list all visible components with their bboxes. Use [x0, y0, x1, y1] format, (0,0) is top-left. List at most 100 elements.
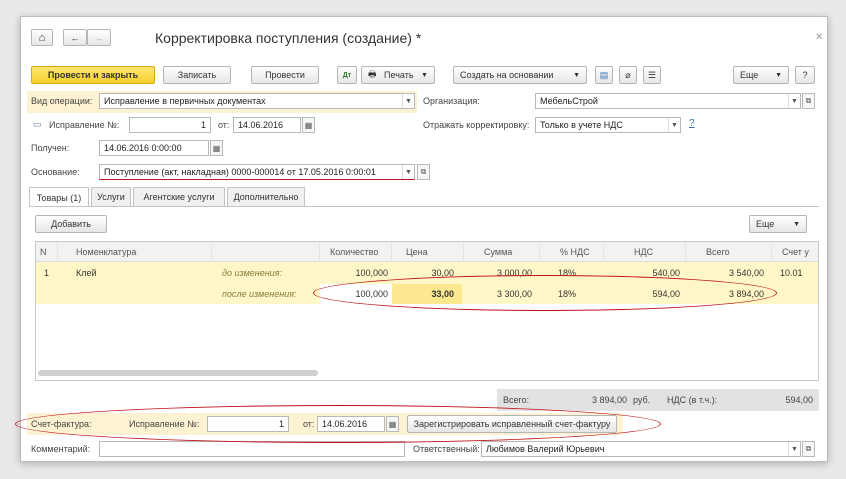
list-icon: ☰ — [647, 69, 657, 80]
open-basis-button[interactable]: ⧉ — [417, 164, 430, 180]
row-nomenclature[interactable]: Клей — [58, 263, 212, 283]
open-icon: ⧉ — [805, 96, 812, 105]
total-label: Всего: — [503, 395, 530, 405]
chevron-down-icon[interactable]: ▼ — [668, 118, 680, 132]
total-currency: руб. — [633, 395, 651, 405]
document-icon: ▭ — [33, 119, 42, 129]
open-icon: ⧉ — [420, 167, 427, 176]
post-and-close-button[interactable]: Провести и закрыть — [31, 66, 155, 84]
document-icon: ▤ — [599, 69, 609, 80]
calendar-icon: ▦ — [304, 120, 313, 130]
tab-agent-services[interactable]: Агентские услуги — [133, 187, 225, 206]
arrow-left-icon: ← — [70, 32, 80, 43]
back-button[interactable]: ← — [63, 29, 87, 46]
header-n: N — [36, 242, 58, 262]
open-icon: ⧉ — [805, 444, 812, 453]
header-quantity: Количество — [320, 242, 392, 262]
received-date-input[interactable]: 14.06.2016 0:00:00 — [99, 140, 209, 156]
table-more-label: Еще — [756, 219, 775, 229]
basis-label: Основание: — [31, 167, 80, 177]
help-button[interactable]: ? — [795, 66, 815, 84]
paperclip-icon: ⌀ — [625, 69, 631, 80]
more-button[interactable]: Еще ▼ — [733, 66, 789, 84]
responsible-label: Ответственный: — [413, 444, 480, 454]
save-button[interactable]: Записать — [163, 66, 231, 84]
received-label: Получен: — [31, 143, 70, 153]
tabs-divider — [29, 206, 819, 207]
create-based-button[interactable]: Создать на основании ▼ — [453, 66, 587, 84]
basis-value: Поступление (акт, накладная) 0000-000014… — [104, 167, 376, 177]
header-vat: НДС — [604, 242, 686, 262]
structure-button[interactable]: ☰ — [643, 66, 661, 84]
operation-value: Исправление в первичных документах — [104, 96, 266, 106]
report-button[interactable]: ▤ — [595, 66, 613, 84]
reflect-select[interactable]: Только в учете НДС ▼ — [535, 117, 681, 133]
chevron-down-icon: ▼ — [421, 71, 428, 79]
goods-table: N Номенклатура Количество Цена Сумма % Н… — [35, 241, 819, 381]
chevron-down-icon[interactable]: ▼ — [788, 94, 800, 108]
chevron-down-icon[interactable]: ▼ — [402, 165, 414, 179]
correction-number-input[interactable]: 1 — [129, 117, 211, 133]
chevron-down-icon[interactable]: ▼ — [402, 94, 414, 108]
dt-kt-icon: Дт — [342, 71, 352, 79]
vat-total-label: НДС (в т.ч.): — [667, 395, 718, 405]
calendar-button[interactable]: ▦ — [302, 117, 315, 133]
chevron-down-icon[interactable]: ▼ — [788, 442, 800, 456]
open-responsible-button[interactable]: ⧉ — [802, 441, 815, 457]
chevron-down-icon: ▼ — [793, 220, 800, 228]
vat-total-value: 594,00 — [785, 395, 813, 405]
table-more-button[interactable]: Еще ▼ — [749, 215, 807, 233]
tab-additional[interactable]: Дополнительно — [227, 187, 305, 206]
window-title: Корректировка поступления (создание) * — [155, 30, 422, 46]
tab-services[interactable]: Услуги — [91, 187, 131, 206]
printer-icon: 🖶 — [368, 69, 377, 79]
forward-button[interactable]: → — [87, 29, 111, 46]
header-vat-rate: % НДС — [540, 242, 604, 262]
header-nomenclature: Номенклатура — [58, 242, 212, 262]
document-window: ⌂ ← → Корректировка поступления (создани… — [15, 16, 828, 462]
home-icon: ⌂ — [38, 31, 46, 44]
arrow-right-icon: → — [94, 32, 104, 43]
add-row-button[interactable]: Добавить — [35, 215, 107, 233]
chevron-down-icon: ▼ — [775, 71, 782, 79]
operation-select[interactable]: Исправление в первичных документах ▼ — [99, 93, 415, 109]
responsible-field[interactable]: Любимов Валерий Юрьевич ▼ — [481, 441, 801, 457]
header-blank — [212, 242, 320, 262]
reflect-help-link[interactable]: ? — [689, 118, 695, 129]
organization-label: Организация: — [423, 96, 480, 106]
open-organization-button[interactable]: ⧉ — [802, 93, 815, 109]
correction-from-label: от: — [218, 120, 230, 130]
annotation-ellipse-after-row — [313, 275, 777, 311]
tab-goods[interactable]: Товары (1) — [29, 187, 89, 207]
more-label: Еще — [740, 70, 759, 80]
chevron-down-icon: ▼ — [573, 71, 580, 79]
calendar-icon: ▦ — [212, 143, 221, 153]
reflect-label: Отражать корректировку: — [423, 120, 530, 130]
correction-date-input[interactable]: 14.06.2016 — [233, 117, 301, 133]
close-icon[interactable]: ✕ — [815, 32, 823, 43]
responsible-value: Любимов Валерий Юрьевич — [486, 444, 605, 454]
correction-number-label: Исправление №: — [49, 120, 120, 130]
header-total: Всего — [686, 242, 772, 262]
comment-input[interactable] — [99, 441, 405, 457]
table-scrollbar[interactable] — [38, 370, 318, 376]
organization-field[interactable]: МебельСтрой ▼ — [535, 93, 801, 109]
annotation-ellipse-invoice — [15, 405, 661, 443]
post-button[interactable]: Провести — [251, 66, 319, 84]
comment-label: Комментарий: — [31, 444, 91, 454]
row-number: 1 — [44, 268, 50, 278]
home-button[interactable]: ⌂ — [31, 29, 53, 46]
create-based-label: Создать на основании — [460, 70, 554, 80]
total-value: 3 894,00 — [591, 395, 627, 405]
header-price: Цена — [392, 242, 464, 262]
print-button[interactable]: 🖶 Печать ▼ — [361, 66, 435, 84]
attach-button[interactable]: ⌀ — [619, 66, 637, 84]
dt-kt-button[interactable]: Дт — [337, 66, 357, 84]
before-account: 10.01 — [780, 268, 803, 278]
header-sum: Сумма — [464, 242, 540, 262]
calendar-button[interactable]: ▦ — [210, 140, 223, 156]
basis-field[interactable]: Поступление (акт, накладная) 0000-000014… — [99, 164, 415, 180]
reflect-value: Только в учете НДС — [540, 120, 623, 130]
print-label: Печать — [384, 70, 414, 80]
operation-label: Вид операции: — [31, 96, 93, 106]
